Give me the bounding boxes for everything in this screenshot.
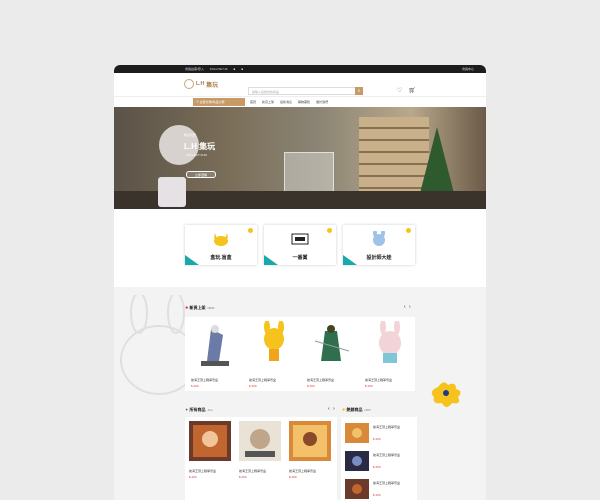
product-image <box>201 325 229 366</box>
product-price: $ 200 <box>191 384 199 388</box>
logo-mark: L.H <box>196 81 205 87</box>
maple-icon: ✹ <box>185 305 189 310</box>
product-name: 航海王頂上戰爭景盒 <box>373 425 401 429</box>
star-icon: ✦ <box>185 407 189 412</box>
new-arrivals-title: ✹ 新貨上架 NEW <box>185 305 215 310</box>
bunny-logo-icon <box>184 79 194 89</box>
product-image <box>345 451 369 471</box>
product-price: $ 200 <box>249 384 257 388</box>
product-image <box>189 421 231 461</box>
logo-name: 集玩 <box>206 82 219 89</box>
product-price: $ 200 <box>365 384 373 388</box>
product-card[interactable]: 航海王頂上戰爭景盒 $ 200 <box>365 319 415 388</box>
product-price: $ 200 <box>373 437 381 441</box>
hot-product-item[interactable]: 航海王頂上戰爭景盒 $ 200 <box>345 479 415 500</box>
nav-item-new[interactable]: 新貨上架 <box>262 100 274 104</box>
category-label: 盒玩.盲盒 <box>210 255 232 261</box>
hot-product-item[interactable]: 航海王頂上戰爭景盒 $ 200 <box>345 423 415 447</box>
site-logo[interactable]: L.H 集玩 <box>184 79 218 89</box>
product-price: $ 200 <box>189 475 197 479</box>
product-card[interactable]: 航海王頂上戰爭景盒 $ 200 <box>189 421 231 479</box>
sun-icon: ✺ <box>342 407 346 412</box>
hero-banner[interactable]: 歡迎光臨 L.H 集玩 COLLECT FUN 立即選購 <box>114 107 486 209</box>
member-center-link[interactable]: 會員中心 <box>462 67 474 71</box>
product-image <box>345 479 369 499</box>
product-image <box>289 421 331 461</box>
product-image <box>239 421 281 461</box>
follow-us-label: FOLLOW US <box>209 67 228 71</box>
product-price: $ 200 <box>289 475 297 479</box>
christmas-tree-image <box>419 127 455 197</box>
category-label: 一番賞 <box>292 255 308 261</box>
yellow-ink-splat-decoration <box>431 382 461 407</box>
ichiban-logo-icon <box>291 233 309 245</box>
category-label: 設計師大娃 <box>366 255 392 261</box>
hero-subtitle: COLLECT FUN <box>186 153 207 157</box>
product-name: 航海王頂上戰爭景盒 <box>249 378 277 382</box>
heart-icon[interactable]: ♡ <box>397 87 402 94</box>
top-utility-bar: 會員註冊/登入 FOLLOW US ■ ■ 會員中心 <box>114 65 486 73</box>
product-card[interactable]: 航海王頂上戰爭景盒 $ 200 <box>239 421 281 479</box>
hero-shop-button[interactable]: 立即選購 <box>186 171 216 178</box>
yellow-dot-icon <box>248 228 253 233</box>
nav-item-about[interactable]: 關於我們 <box>316 100 328 104</box>
product-name: 航海王頂上戰爭景盒 <box>239 469 267 473</box>
product-card[interactable]: 航海王頂上戰爭景盒 $ 200 <box>307 321 357 388</box>
new-arrivals-arrows[interactable]: ‹ › <box>404 304 412 310</box>
search-input[interactable]: 請輸入您想找的商品 ⌕ <box>248 87 363 95</box>
category-cards: 盒玩.盲盒 一番賞 設計師大娃 <box>114 225 486 270</box>
product-name: 航海王頂上戰爭景盒 <box>289 469 317 473</box>
product-image <box>264 320 284 361</box>
hero-title: L.H 集玩 <box>184 142 216 151</box>
hot-product-item[interactable]: 航海王頂上戰爭景盒 $ 200 <box>345 451 415 475</box>
product-card[interactable]: 航海王頂上戰爭景盒 $ 200 <box>249 320 299 388</box>
product-card[interactable]: 航海王頂上戰爭景盒 $ 200 <box>289 421 331 479</box>
yellow-dot-icon <box>327 228 332 233</box>
product-price: $ 200 <box>373 493 381 497</box>
search-icon[interactable]: ⌕ <box>355 87 363 95</box>
figure-stand-image <box>158 177 186 207</box>
category-card-designer[interactable]: 設計師大娃 <box>343 225 415 265</box>
product-name: 航海王頂上戰爭景盒 <box>373 481 401 485</box>
yellow-dot-icon <box>406 228 411 233</box>
category-menu-button[interactable]: ☰ 全部分類/商品分類 <box>193 98 245 106</box>
nav-item-guide[interactable]: 購物需知 <box>298 100 310 104</box>
product-name: 航海王頂上戰爭景盒 <box>307 378 335 382</box>
designer-toy-icon <box>373 231 385 246</box>
hot-products-title: ✺ 熱銷商品 HOT <box>342 407 371 412</box>
nav-item-news[interactable]: 最新消息 <box>280 100 292 104</box>
site-header: L.H 集玩 請輸入您想找的商品 ⌕ ♡ 🛒︎ <box>114 73 486 97</box>
category-card-blindbox[interactable]: 盒玩.盲盒 <box>185 225 257 265</box>
login-link[interactable]: 會員註冊/登入 <box>185 67 204 71</box>
hot-products-list: 航海王頂上戰爭景盒 $ 200 航海王頂上戰爭景盒 $ 200 航海王頂上戰爭景… <box>341 417 417 500</box>
products-section: ✹ 新貨上架 NEW ‹ › 航海王頂上戰爭景盒 $ 200 航海王頂上戰爭景盒 … <box>114 287 486 500</box>
product-image <box>314 325 350 361</box>
product-name: 航海王頂上戰爭景盒 <box>365 378 393 382</box>
all-products-grid: 航海王頂上戰爭景盒 $ 200 航海王頂上戰爭景盒 $ 200 航海王頂上戰爭景… <box>185 417 337 500</box>
all-products-arrows[interactable]: ‹ › <box>328 406 336 412</box>
pikachu-icon <box>214 233 228 246</box>
cart-icon[interactable]: 🛒︎ <box>408 87 416 94</box>
product-image <box>379 319 401 363</box>
hero-small-text: 歡迎光臨 <box>184 133 197 137</box>
nav-item-home[interactable]: 首頁 <box>250 100 256 104</box>
facebook-icon[interactable]: ■ <box>234 67 236 71</box>
product-image <box>345 423 369 443</box>
product-price: $ 200 <box>239 475 247 479</box>
instagram-icon[interactable]: ■ <box>241 67 243 71</box>
product-card[interactable]: 航海王頂上戰爭景盒 $ 200 <box>191 321 241 388</box>
product-name: 航海王頂上戰爭景盒 <box>191 378 219 382</box>
new-arrivals-carousel: 航海王頂上戰爭景盒 $ 200 航海王頂上戰爭景盒 $ 200 航海王頂上戰爭景… <box>185 317 415 391</box>
product-name: 航海王頂上戰爭景盒 <box>189 469 217 473</box>
main-navigation: ☰ 全部分類/商品分類 首頁 新貨上架 最新消息 購物需知 關於我們 <box>114 97 486 107</box>
browser-page: 會員註冊/登入 FOLLOW US ■ ■ 會員中心 L.H 集玩 請輸入您想找… <box>114 65 486 500</box>
product-name: 航海王頂上戰爭景盒 <box>373 453 401 457</box>
category-card-ichiban[interactable]: 一番賞 <box>264 225 336 265</box>
product-price: $ 200 <box>373 465 381 469</box>
product-price: $ 200 <box>307 384 315 388</box>
all-products-title: ✦ 所有商品 ALL <box>185 407 214 412</box>
